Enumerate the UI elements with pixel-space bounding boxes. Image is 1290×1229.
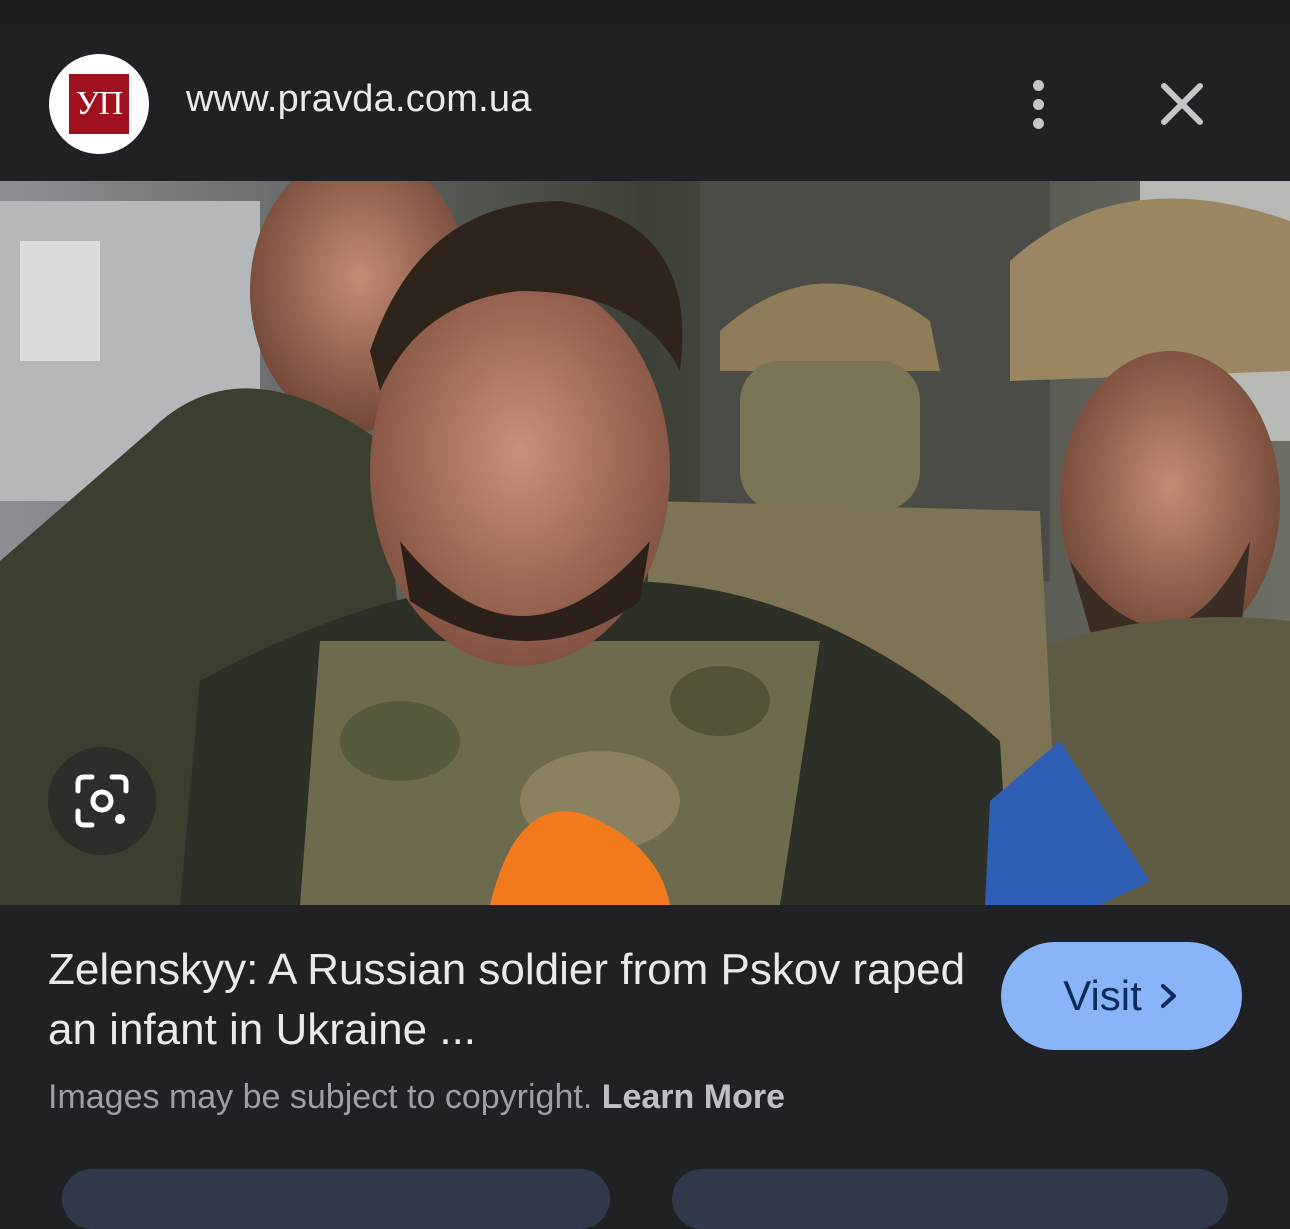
lens-search-button[interactable] bbox=[48, 747, 156, 855]
site-logo: УП bbox=[49, 54, 149, 154]
site-url[interactable]: www.pravda.com.ua bbox=[186, 78, 532, 121]
close-icon bbox=[1161, 83, 1203, 125]
lens-icon bbox=[75, 774, 129, 828]
visit-button[interactable]: Visit bbox=[1001, 942, 1242, 1050]
result-title[interactable]: Zelenskyy: A Russian soldier from Pskov … bbox=[48, 940, 968, 1060]
status-strip bbox=[0, 0, 1290, 24]
more-options-button[interactable] bbox=[1008, 68, 1068, 140]
close-button[interactable] bbox=[1148, 70, 1216, 138]
viewer-header: УП www.pravda.com.ua bbox=[0, 24, 1290, 181]
more-vert-icon-dot bbox=[1032, 98, 1044, 110]
learn-more-link[interactable]: Learn More bbox=[602, 1078, 785, 1116]
chevron-right-icon bbox=[1160, 984, 1176, 1008]
site-logo-text: УП bbox=[69, 74, 129, 134]
more-vert-icon bbox=[1032, 79, 1044, 91]
copyright-notice: Images may be subject to copyright. Lear… bbox=[48, 1078, 785, 1117]
copyright-text: Images may be subject to copyright. bbox=[48, 1078, 593, 1116]
more-vert-icon-dot bbox=[1032, 117, 1044, 129]
preview-photo-illustration bbox=[0, 181, 1290, 905]
visit-button-label: Visit bbox=[1063, 972, 1142, 1019]
action-chip[interactable] bbox=[672, 1169, 1228, 1229]
action-chip[interactable] bbox=[62, 1169, 610, 1229]
preview-image[interactable] bbox=[0, 181, 1290, 905]
